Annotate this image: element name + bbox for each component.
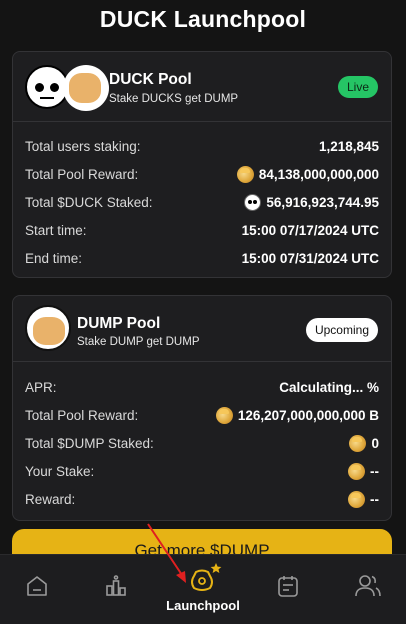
stat-row-pool-reward: Total Pool Reward: 126,207,000,000,000 B (25, 406, 379, 424)
dump-avatar-icon (63, 65, 109, 111)
status-badge-upcoming: Upcoming (305, 318, 378, 342)
dump-pool-header: DUMP Pool Stake DUMP get DUMP Upcoming (13, 296, 391, 362)
nav-friends-icon[interactable] (354, 573, 381, 599)
dump-pool-card: DUMP Pool Stake DUMP get DUMP Upcoming A… (12, 295, 392, 521)
stat-row-your-stake: Your Stake: -- (25, 462, 379, 480)
dump-coin-icon (348, 462, 365, 480)
nav-launchpool-bag-icon[interactable] (190, 562, 224, 592)
status-badge-live: Live (337, 76, 378, 98)
duck-pool-header: DUCK Pool Stake DUCKS get DUMP Live (13, 52, 391, 122)
dump-pool-name: DUMP Pool (77, 315, 161, 332)
nav-home-icon[interactable] (24, 573, 50, 599)
nav-launchpool-label[interactable]: Launchpool (0, 598, 406, 613)
dump-pool-subtitle: Stake DUMP get DUMP (77, 336, 200, 348)
dump-coin-icon (215, 406, 233, 424)
stat-row-start-time: Start time: 15:00 07/17/2024 UTC (25, 222, 379, 238)
duck-pool-subtitle: Stake DUCKS get DUMP (109, 93, 239, 105)
page-title: DUCK Launchpool (99, 6, 307, 32)
dump-coin-icon (349, 434, 367, 452)
stat-row-duck-staked: Total $DUCK Staked: 56,916,923,744.95 (25, 193, 379, 211)
stat-row-dump-staked: Total $DUMP Staked: 0 (25, 434, 379, 452)
duck-coin-icon (244, 193, 262, 211)
duck-pool-card: DUCK Pool Stake DUCKS get DUMP Live Tota… (12, 51, 392, 278)
nav-tasks-icon[interactable] (275, 573, 301, 599)
dump-coin-icon (236, 165, 254, 183)
stat-row-apr: APR: Calculating... % (25, 379, 379, 395)
stat-row-reward: Reward: -- (25, 490, 379, 508)
stat-row-users-staking: Total users staking: 1,218,845 (25, 138, 379, 154)
stat-row-pool-reward: Total Pool Reward: 84,138,000,000,000 (25, 165, 379, 183)
duck-pool-name: DUCK Pool (109, 71, 192, 88)
stat-row-end-time: End time: 15:00 07/31/2024 UTC (25, 250, 379, 266)
dump-avatar-icon (25, 305, 71, 351)
dump-coin-icon (348, 490, 365, 508)
nav-leaderboard-icon[interactable] (103, 573, 129, 599)
